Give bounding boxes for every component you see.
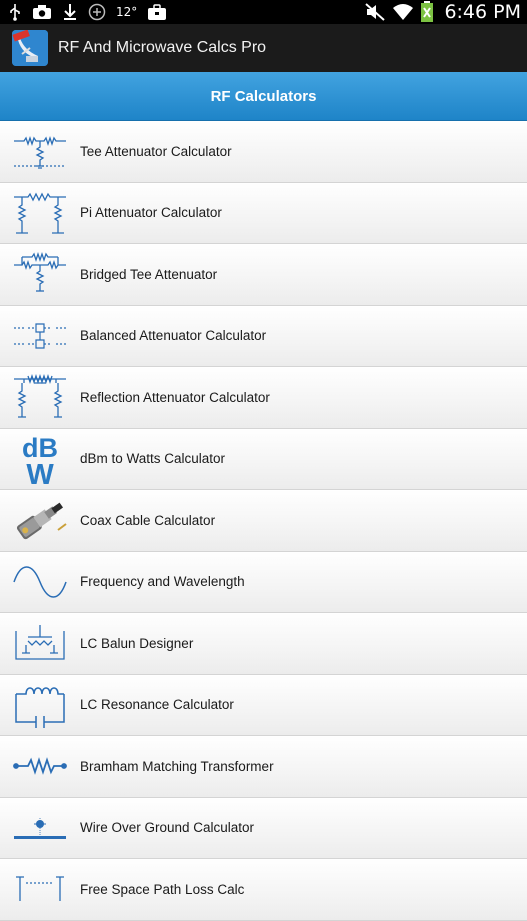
temperature: 12° xyxy=(116,5,138,19)
list-item-label: Free Space Path Loss Calc xyxy=(80,881,245,897)
battery-icon xyxy=(420,1,434,22)
add-circle-icon xyxy=(88,2,106,22)
clock: 6:46 PM xyxy=(444,1,521,23)
lc-balun-icon xyxy=(11,616,69,670)
balanced-attenuator-icon xyxy=(11,309,69,363)
list-item-lc-balun[interactable]: LC Balun Designer xyxy=(0,613,527,675)
list-item-label: LC Balun Designer xyxy=(80,635,194,651)
sine-wave-icon xyxy=(11,555,69,609)
list-item-label: Coax Cable Calculator xyxy=(80,512,216,528)
list-item-label: Reflection Attenuator Calculator xyxy=(80,389,270,405)
usb-icon xyxy=(8,2,22,22)
list-item-label: Wire Over Ground Calculator xyxy=(80,820,255,836)
list-item-label: dBm to Watts Calculator xyxy=(80,451,226,467)
dbw-icon: dB W xyxy=(11,432,69,486)
list-item-lc-resonance[interactable]: LC Resonance Calculator xyxy=(0,674,527,736)
resistor-line-icon xyxy=(11,739,69,793)
list-item-dbm-to-watts[interactable]: dB W dBm to Watts Calculator xyxy=(0,428,527,490)
list-item-coax-cable[interactable]: Coax Cable Calculator xyxy=(0,490,527,552)
section-header: RF Calculators xyxy=(0,72,527,121)
list-item-label: LC Resonance Calculator xyxy=(80,697,234,713)
dbw-icon-bottom: W xyxy=(26,459,54,486)
bridged-tee-icon xyxy=(11,247,69,301)
list-item-label: Pi Attenuator Calculator xyxy=(80,205,222,221)
list-item-balanced-attenuator[interactable]: Balanced Attenuator Calculator xyxy=(0,305,527,367)
list-item-free-space-path-loss[interactable]: Free Space Path Loss Calc xyxy=(0,859,527,921)
list-item-tee-attenuator[interactable]: Tee Attenuator Calculator xyxy=(0,121,527,183)
list-item-wire-over-ground[interactable]: Wire Over Ground Calculator xyxy=(0,797,527,859)
antenna-pair-icon xyxy=(11,862,69,916)
action-bar: RF And Microwave Calcs Pro xyxy=(0,24,527,72)
list-item-frequency-wavelength[interactable]: Frequency and Wavelength xyxy=(0,551,527,613)
list-item-label: Bramham Matching Transformer xyxy=(80,758,274,774)
section-title: RF Calculators xyxy=(210,87,317,105)
list-item-bramham-matching[interactable]: Bramham Matching Transformer xyxy=(0,736,527,798)
list-item-label: Frequency and Wavelength xyxy=(80,574,245,590)
coax-connector-icon xyxy=(11,493,69,547)
list-item-pi-attenuator[interactable]: Pi Attenuator Calculator xyxy=(0,182,527,244)
wifi-icon xyxy=(392,2,414,22)
status-bar: 12° 6:46 PM xyxy=(0,0,527,24)
pi-attenuator-icon xyxy=(11,186,69,240)
download-icon xyxy=(62,2,78,22)
list-item-reflection-attenuator[interactable]: Reflection Attenuator Calculator xyxy=(0,367,527,429)
reflection-attenuator-icon xyxy=(11,370,69,424)
list-item-label: Tee Attenuator Calculator xyxy=(80,143,232,159)
tee-attenuator-icon xyxy=(11,124,69,178)
camera-icon xyxy=(32,2,52,22)
list-item-label: Bridged Tee Attenuator xyxy=(80,266,218,282)
satellite-dish-icon[interactable] xyxy=(12,30,48,66)
calculator-list: Tee Attenuator Calculator Pi Attenuator … xyxy=(0,121,527,921)
lc-resonance-icon xyxy=(11,678,69,732)
wire-over-ground-icon xyxy=(11,801,69,855)
app-title: RF And Microwave Calcs Pro xyxy=(58,39,267,56)
briefcase-icon xyxy=(147,2,167,22)
list-item-label: Balanced Attenuator Calculator xyxy=(80,328,267,344)
mute-icon xyxy=(364,2,386,22)
list-item-bridged-tee[interactable]: Bridged Tee Attenuator xyxy=(0,244,527,306)
